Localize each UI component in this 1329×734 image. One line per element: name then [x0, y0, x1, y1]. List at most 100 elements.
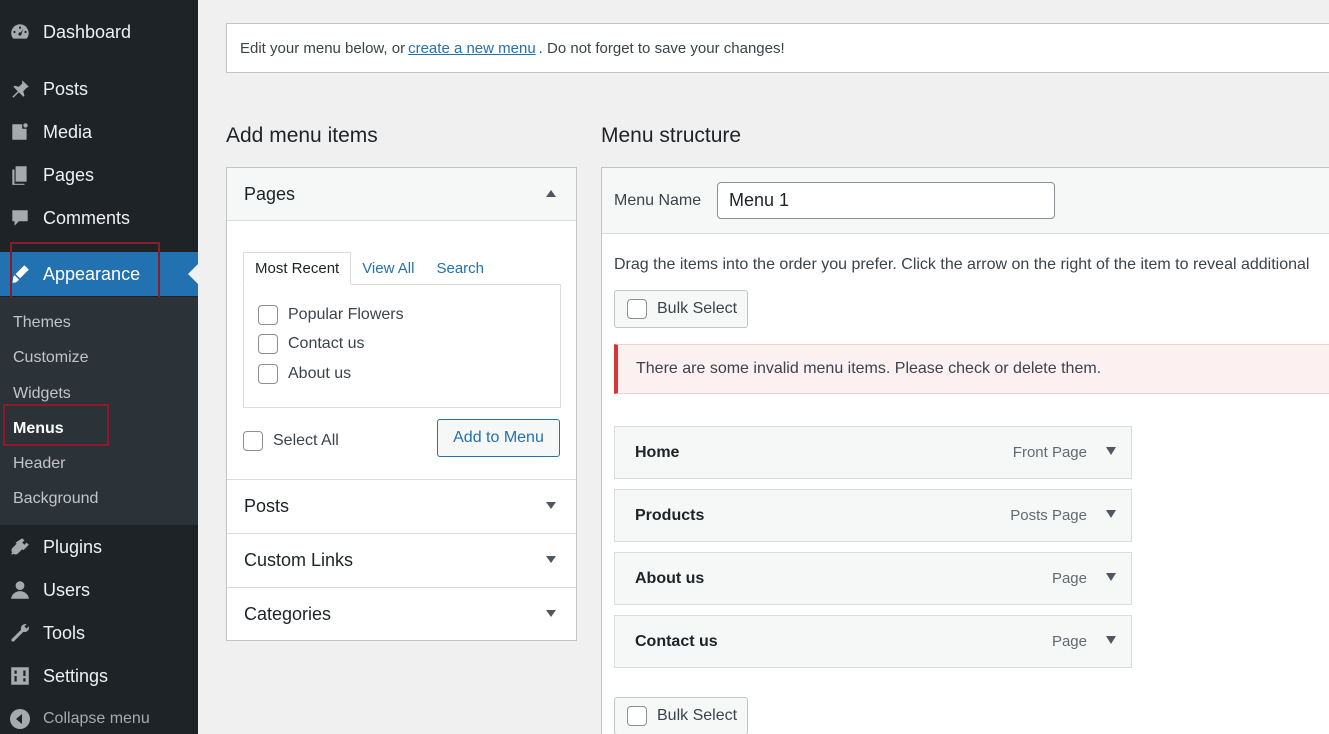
- expand-arrow-icon[interactable]: [1106, 573, 1116, 581]
- current-indicator: [188, 264, 198, 284]
- tab-most-recent[interactable]: Most Recent: [243, 252, 352, 285]
- posts-accordion-header[interactable]: Posts: [227, 479, 576, 532]
- bulk-select-label: Bulk Select: [657, 300, 738, 317]
- nav-pages[interactable]: Pages: [0, 158, 198, 192]
- submenu-menus[interactable]: Menus: [13, 420, 64, 438]
- expand-arrow-icon: [546, 502, 556, 509]
- nav-dashboard[interactable]: Dashboard: [0, 15, 198, 49]
- nav-comments[interactable]: Comments: [0, 201, 198, 235]
- menu-name-label: Menu Name: [614, 192, 702, 209]
- pages-tabs: Most Recent View All Search: [243, 252, 495, 285]
- menu-item-type: Page: [1051, 570, 1087, 587]
- edit-menu-notice: Edit your menu below, or create a new me…: [226, 23, 1329, 73]
- nav-label: Tools: [43, 622, 86, 643]
- media-icon: [9, 121, 31, 143]
- invalid-items-error: There are some invalid menu items. Pleas…: [614, 344, 1329, 394]
- expand-arrow-icon: [546, 556, 556, 563]
- nav-appearance[interactable]: Appearance: [0, 252, 198, 296]
- nav-settings[interactable]: Settings: [0, 659, 198, 693]
- submenu-widgets[interactable]: Widgets: [13, 385, 71, 403]
- accordion-title: Posts: [244, 495, 290, 516]
- bulk-select-checkbox[interactable]: [627, 299, 647, 319]
- page-checklist-item: Contact us: [258, 334, 364, 354]
- expand-arrow-icon[interactable]: [1106, 447, 1116, 455]
- page-checkbox[interactable]: [258, 305, 278, 325]
- pin-icon: [9, 78, 31, 100]
- collapse-menu-button[interactable]: Collapse menu: [0, 702, 198, 734]
- nav-label: Plugins: [43, 536, 103, 557]
- add-menu-items-heading: Add menu items: [226, 124, 378, 147]
- submenu-themes[interactable]: Themes: [13, 314, 71, 332]
- page-checkbox[interactable]: [258, 364, 278, 384]
- menu-name-input[interactable]: [717, 182, 1055, 219]
- select-all: Select All: [243, 431, 339, 451]
- nav-label: Comments: [43, 207, 131, 228]
- bulk-select-top[interactable]: Bulk Select: [614, 290, 748, 328]
- expand-arrow-icon: [546, 610, 556, 617]
- bulk-select-bottom[interactable]: Bulk Select: [614, 697, 748, 734]
- page-checkbox[interactable]: [258, 334, 278, 354]
- nav-media[interactable]: Media: [0, 115, 198, 149]
- submenu-background[interactable]: Background: [13, 490, 98, 508]
- nav-label: Appearance: [43, 263, 141, 284]
- submenu-header[interactable]: Header: [13, 455, 65, 473]
- menu-item-type: Page: [1051, 633, 1087, 650]
- nav-label: Dashboard: [43, 21, 132, 42]
- pages-icon: [9, 164, 31, 186]
- custom-links-accordion-header[interactable]: Custom Links: [227, 533, 576, 586]
- categories-accordion-header[interactable]: Categories: [227, 587, 576, 640]
- nav-plugins[interactable]: Plugins: [0, 530, 198, 564]
- tab-view-all[interactable]: View All: [351, 252, 425, 285]
- page-label: About us: [288, 365, 352, 382]
- nav-label: Settings: [43, 665, 109, 686]
- accordion-title: Custom Links: [244, 549, 354, 570]
- menu-item-title: Products: [635, 507, 705, 524]
- drag-instructions: Drag the items into the order you prefer…: [614, 256, 1310, 273]
- menu-name-bar: Menu Name: [602, 168, 1329, 234]
- collapse-label: Collapse menu: [43, 710, 150, 727]
- dashboard-icon: [9, 21, 31, 43]
- page-label: Contact us: [288, 335, 365, 352]
- comment-icon: [9, 207, 31, 229]
- admin-sidebar: Dashboard Posts Media Pages Comments App…: [0, 0, 198, 734]
- bulk-select-checkbox[interactable]: [627, 706, 647, 726]
- menu-item-about-us[interactable]: About us Page: [614, 552, 1132, 605]
- menu-item-contact-us[interactable]: Contact us Page: [614, 615, 1132, 668]
- pages-accordion-header[interactable]: Pages: [227, 168, 576, 221]
- select-all-checkbox[interactable]: [243, 431, 263, 451]
- expand-arrow-icon[interactable]: [1106, 636, 1116, 644]
- plugin-icon: [9, 536, 31, 558]
- add-to-menu-button[interactable]: Add to Menu: [437, 419, 560, 457]
- pages-checklist: Popular Flowers Contact us About us: [243, 284, 561, 408]
- nav-users[interactable]: Users: [0, 573, 198, 607]
- menu-item-products[interactable]: Products Posts Page: [614, 489, 1132, 542]
- select-all-label: Select All: [273, 432, 339, 449]
- wrench-icon: [9, 622, 31, 644]
- expand-arrow-icon[interactable]: [1106, 510, 1116, 518]
- submenu-customize[interactable]: Customize: [13, 349, 89, 367]
- menu-structure-heading: Menu structure: [601, 124, 742, 147]
- menu-item-type: Posts Page: [1010, 507, 1087, 524]
- tab-search[interactable]: Search: [425, 252, 495, 285]
- nav-label: Pages: [43, 164, 95, 185]
- nav-label: Posts: [43, 78, 89, 99]
- nav-posts[interactable]: Posts: [0, 72, 198, 106]
- menu-item-title: Home: [635, 444, 680, 461]
- create-new-menu-link[interactable]: create a new menu: [408, 40, 536, 57]
- page-checklist-item: Popular Flowers: [258, 305, 404, 325]
- menu-item-title: Contact us: [635, 633, 718, 650]
- page-label: Popular Flowers: [288, 306, 404, 323]
- brush-icon: [9, 263, 31, 285]
- nav-tools[interactable]: Tools: [0, 616, 198, 650]
- nav-label: Users: [43, 579, 91, 600]
- menu-item-home[interactable]: Home Front Page: [614, 426, 1132, 479]
- menu-item-type: Front Page: [1012, 444, 1087, 461]
- appearance-submenu: Themes Customize Widgets Menus Header Ba…: [0, 297, 198, 525]
- menu-item-title: About us: [635, 570, 705, 587]
- nav-label: Media: [43, 121, 93, 142]
- notice-text-after: . Do not forget to save your changes!: [538, 39, 785, 57]
- accordion-title: Pages: [244, 183, 296, 204]
- collapse-arrow-icon: [10, 709, 30, 729]
- user-icon: [9, 579, 31, 601]
- add-menu-items-panel: Pages Most Recent View All Search Popula…: [226, 167, 577, 641]
